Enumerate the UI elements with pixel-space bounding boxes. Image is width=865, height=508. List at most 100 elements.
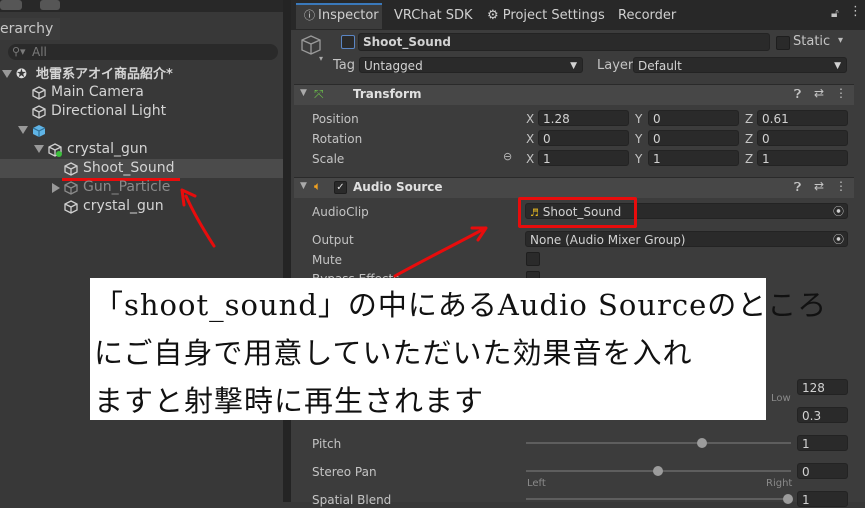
tag-label: Tag [333, 58, 356, 73]
gameobject-cube-icon [32, 105, 46, 119]
mute-checkbox[interactable] [526, 252, 540, 266]
transform-header[interactable]: ▼ ⤧ Transform ❓︎ ⇄ ⋮ [294, 84, 854, 105]
object-picker-icon[interactable]: ⦿ [833, 232, 844, 248]
search-icon: ⚲▾ [12, 45, 26, 58]
volume-field[interactable]: 0.3 [797, 407, 848, 423]
static-checkbox[interactable] [776, 36, 790, 50]
static-label: Static [793, 34, 831, 49]
axis-y-label: Y [635, 132, 643, 146]
priority-field[interactable]: 128 [797, 379, 848, 395]
unity-scene-icon: ✪ [16, 67, 27, 82]
tab-vrchat-sdk[interactable]: VRChat SDK [394, 5, 473, 27]
hierarchy-item-crystal-gun-child[interactable]: crystal_gun [0, 197, 283, 216]
icon-dropdown-icon[interactable]: ▾ [319, 54, 323, 63]
low-label: Low [771, 393, 791, 404]
pitch-field[interactable]: 1 [797, 435, 848, 451]
rotation-y-field[interactable]: 0 [648, 130, 739, 146]
hierarchy-search-input[interactable]: ⚲▾ All [8, 44, 278, 60]
collapse-arrow-icon[interactable] [52, 183, 60, 193]
chevron-down-icon: ▼ [834, 61, 841, 71]
stereo-pan-label: Stereo Pan [312, 465, 377, 479]
hierarchy-item-prefab-root[interactable] [0, 121, 283, 140]
static-dropdown-icon[interactable]: ▾ [838, 35, 843, 46]
pitch-slider-knob[interactable] [697, 438, 707, 448]
gameobject-cube-icon [64, 162, 78, 176]
hierarchy-item-crystal-gun-parent[interactable]: crystal_gun [0, 140, 283, 159]
tab-inspector[interactable]: ⓘ Inspector [296, 3, 382, 29]
tab-project-settings[interactable]: ⚙ Project Settings [487, 5, 605, 27]
scale-label: Scale [312, 152, 345, 166]
gameobject-cube-icon [48, 143, 62, 157]
scale-z-field[interactable]: 1 [757, 150, 848, 166]
chevron-down-icon: ▼ [570, 61, 577, 71]
hierarchy-item-gun-particle[interactable]: Gun_Particle [0, 178, 283, 197]
caption-line-2: にご自身で用意していただいた効果音を入れ [94, 336, 693, 370]
spatial-blend-slider-track[interactable] [526, 498, 791, 500]
inspector-scrollbar[interactable] [855, 30, 865, 502]
position-y-field[interactable]: 0 [648, 110, 739, 126]
constrain-proportions-icon[interactable]: ⊖ [503, 150, 512, 163]
audioclip-label: AudioClip [312, 205, 369, 219]
chevron-down-icon: ▼ [300, 88, 307, 98]
presets-icon[interactable]: ⇄ [814, 86, 824, 100]
pitch-slider-track[interactable] [526, 442, 791, 444]
toolbar-button[interactable] [40, 0, 60, 10]
position-x-field[interactable]: 1.28 [538, 110, 629, 126]
expand-arrow-icon[interactable] [18, 126, 28, 134]
presets-icon[interactable]: ⇄ [814, 179, 824, 193]
gameobject-cube-icon [64, 181, 78, 195]
object-name-input[interactable]: Shoot_Sound [358, 33, 770, 51]
tab-recorder[interactable]: Recorder [618, 5, 676, 27]
axis-y-label: Y [635, 152, 643, 166]
hierarchy-item-main-camera[interactable]: Main Camera [0, 83, 283, 102]
hierarchy-item-directional-light[interactable]: Directional Light [0, 102, 283, 121]
gear-icon: ⚙ [487, 8, 499, 23]
axis-z-label: Z [745, 132, 754, 146]
expand-arrow-icon[interactable] [2, 70, 12, 78]
lock-icon[interactable]: 🔓︎ [831, 6, 839, 21]
output-field[interactable]: None (Audio Mixer Group) ⦿ [525, 231, 848, 247]
axis-x-label: X [526, 112, 535, 126]
layer-dropdown[interactable]: Default ▼ [633, 57, 847, 73]
hierarchy-tab[interactable]: erarchy [0, 18, 60, 40]
position-z-field[interactable]: 0.61 [757, 110, 848, 126]
scene-row[interactable]: ✪ 地雷系アオイ商品紹介* [0, 65, 283, 84]
transform-icon: ⤧ [314, 87, 324, 101]
speaker-icon: 🔈︎ [314, 179, 322, 193]
audio-source-header[interactable]: ▼ 🔈︎ ✓ Audio Source ❓︎ ⇄ ⋮ [294, 177, 854, 198]
rotation-x-field[interactable]: 0 [538, 130, 629, 146]
mute-label: Mute [312, 253, 343, 267]
annotation-caption: 「shoot_sound」の中にあるAudio Sourceのところ にご自身で… [90, 278, 826, 420]
axis-z-label: Z [745, 112, 754, 126]
expand-arrow-icon[interactable] [34, 145, 44, 153]
panel-divider[interactable] [283, 0, 291, 502]
component-menu-icon[interactable]: ⋮ [835, 86, 847, 100]
enabled-checkbox[interactable]: ✓ [334, 181, 347, 194]
scale-x-field[interactable]: 1 [538, 150, 629, 166]
stereo-pan-field[interactable]: 0 [797, 463, 848, 479]
prefab-icon [32, 125, 46, 137]
scale-y-field[interactable]: 1 [648, 150, 739, 166]
active-checkbox[interactable] [341, 35, 355, 49]
caption-line-3: ますと射撃時に再生されます [94, 384, 485, 418]
axis-x-label: X [526, 152, 535, 166]
rotation-z-field[interactable]: 0 [757, 130, 848, 146]
add-dropdown-button[interactable] [0, 0, 22, 10]
spatial-blend-label: Spatial Blend [312, 493, 392, 507]
chevron-down-icon: ▼ [300, 181, 307, 191]
spatial-blend-slider-knob[interactable] [783, 494, 793, 504]
component-menu-icon[interactable]: ⋮ [835, 179, 847, 193]
axis-z-label: Z [745, 152, 754, 166]
spatial-blend-field[interactable]: 1 [797, 491, 848, 507]
caption-line-1: 「shoot_sound」の中にあるAudio Sourceのところ [94, 288, 828, 322]
help-icon[interactable]: ❓︎ [794, 87, 801, 102]
position-label: Position [312, 112, 359, 126]
tag-dropdown[interactable]: Untagged ▼ [359, 57, 583, 73]
stereo-pan-slider-knob[interactable] [653, 466, 663, 476]
hierarchy-item-shoot-sound[interactable]: Shoot_Sound [0, 159, 283, 178]
axis-x-label: X [526, 132, 535, 146]
pitch-label: Pitch [312, 437, 342, 451]
object-picker-icon[interactable]: ⦿ [833, 204, 844, 220]
more-menu-icon[interactable]: ⋮ [849, 4, 862, 19]
help-icon[interactable]: ❓︎ [794, 180, 801, 195]
